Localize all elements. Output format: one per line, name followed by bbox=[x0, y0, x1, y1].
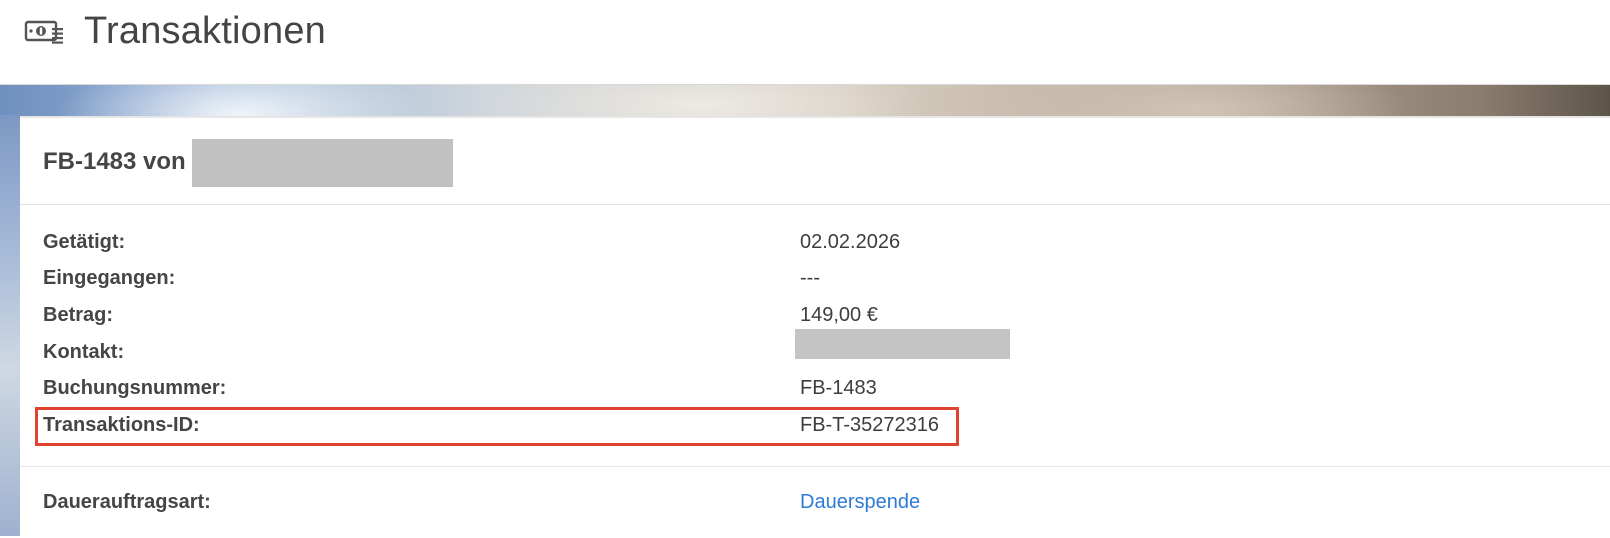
page-title: Transaktionen bbox=[84, 10, 326, 52]
card-header: FB-1483 von bbox=[20, 118, 1610, 205]
value-getaetigt: 02.02.2026 bbox=[800, 231, 901, 253]
money-icon bbox=[24, 20, 63, 44]
row-dauerauftragsart: Dauerauftragsart: Dauerspende bbox=[20, 491, 1610, 527]
redacted-name bbox=[192, 139, 453, 187]
transaction-title: FB-1483 von bbox=[43, 148, 186, 175]
label-betrag: Betrag: bbox=[43, 304, 114, 326]
page-header: Transaktionen bbox=[0, 0, 1610, 85]
value-buchungsnummer: FB-1483 bbox=[800, 377, 877, 399]
value-transaktions-id: FB-T-35272316 bbox=[800, 414, 939, 436]
label-eingegangen: Eingegangen: bbox=[43, 267, 176, 289]
label-transaktions-id: Transaktions-ID: bbox=[43, 414, 200, 436]
section-divider bbox=[20, 466, 1610, 467]
label-kontakt: Kontakt: bbox=[43, 341, 125, 363]
transaction-detail-card: FB-1483 von Getätigt: 02.02.2026 Eingega… bbox=[20, 116, 1610, 538]
row-transaktions-id: Transaktions-ID: FB-T-35272316 bbox=[20, 414, 1610, 450]
row-getaetigt: Getätigt: 02.02.2026 bbox=[20, 231, 1610, 267]
redacted-contact bbox=[795, 329, 1010, 359]
value-betrag: 149,00 € bbox=[800, 304, 878, 326]
value-eingegangen: --- bbox=[800, 267, 820, 289]
hero-side-strip bbox=[0, 115, 20, 536]
label-dauerauftragsart: Dauerauftragsart: bbox=[43, 491, 211, 513]
row-eingegangen: Eingegangen: --- bbox=[20, 267, 1610, 303]
row-kontakt: Kontakt: bbox=[20, 329, 1610, 377]
label-getaetigt: Getätigt: bbox=[43, 231, 126, 253]
label-buchungsnummer: Buchungsnummer: bbox=[43, 377, 227, 399]
dauerspende-link[interactable]: Dauerspende bbox=[800, 491, 920, 514]
